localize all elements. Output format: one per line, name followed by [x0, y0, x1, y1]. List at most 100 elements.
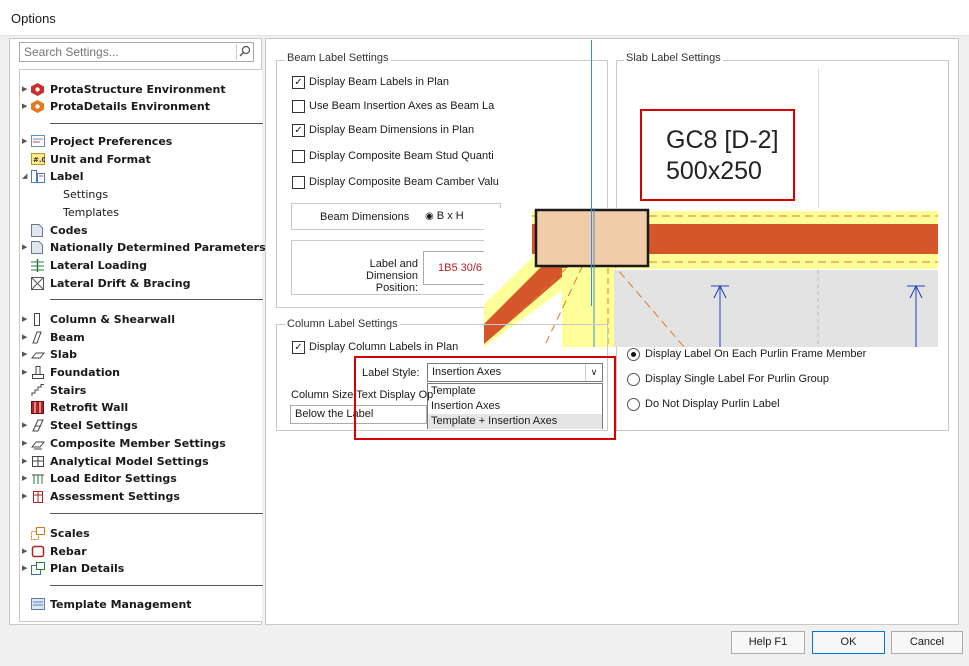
beam-label-group-title: Beam Label Settings	[285, 52, 391, 64]
tree-item-lateral-drift[interactable]: Lateral Drift & Bracing	[20, 275, 260, 292]
tree-separator	[50, 123, 263, 124]
tree-item-protadetails[interactable]: ▶ ProtaDetails Environment	[20, 98, 260, 115]
unit-format-icon: #.0	[31, 153, 47, 166]
tree-item-slab[interactable]: ▶ Slab	[20, 346, 260, 363]
tree-separator	[50, 585, 263, 586]
expand-arrow-icon[interactable]: ▶	[22, 543, 30, 560]
label-dimension-position-label: Label and Dimension Position:	[366, 258, 418, 294]
beam-dimensions-box: Beam Dimensions ◉ B x H	[291, 203, 501, 230]
expand-arrow-icon[interactable]: ▶	[22, 453, 30, 470]
expand-arrow-icon[interactable]: ▶	[22, 435, 30, 452]
load-editor-icon	[31, 472, 45, 485]
template-management-icon	[31, 598, 45, 611]
ok-button[interactable]: OK	[812, 631, 885, 654]
analytical-model-icon	[31, 455, 45, 468]
steel-icon	[31, 419, 45, 432]
tree-separator	[50, 299, 263, 300]
protadetails-icon	[31, 100, 45, 113]
column-label-group-title: Column Label Settings	[285, 318, 400, 330]
checkbox-checked-icon[interactable]: ✓	[292, 341, 305, 354]
protastructure-icon	[31, 83, 45, 96]
assessment-icon	[31, 490, 45, 503]
collapse-arrow-icon[interactable]: ◢	[22, 168, 30, 185]
tree-item-composite-member[interactable]: ▶ Composite Member Settings	[20, 435, 260, 452]
tree-item-plan-details[interactable]: ▶ Plan Details	[20, 560, 260, 577]
tree-item-analytical-model[interactable]: ▶ Analytical Model Settings	[20, 453, 260, 470]
expand-arrow-icon[interactable]: ▶	[22, 98, 30, 115]
tree-item-stairs[interactable]: Stairs	[20, 382, 260, 399]
beam-dims-bxh-radio[interactable]: ◉ B x H	[425, 210, 464, 222]
title-bar: Options	[0, 0, 969, 36]
preferences-icon	[31, 135, 45, 148]
tree-item-column-shearwall[interactable]: ▶ Column & Shearwall	[20, 311, 260, 328]
tree-item-foundation[interactable]: ▶ Foundation	[20, 364, 260, 381]
checkbox-checked-icon[interactable]: ✓	[292, 76, 305, 89]
tree-item-steel-settings[interactable]: ▶ Steel Settings	[20, 417, 260, 434]
settings-tree: ▶ ProtaStructure Environment ▶ ProtaDeta…	[19, 69, 278, 622]
highlight-label-preview	[640, 109, 795, 201]
column-icon	[31, 313, 45, 326]
tree-item-label-settings[interactable]: Settings	[20, 186, 260, 203]
tree-item-load-editor[interactable]: ▶ Load Editor Settings	[20, 470, 260, 487]
tree-item-lateral-loading[interactable]: Lateral Loading	[20, 257, 260, 274]
highlight-label-style	[354, 356, 616, 440]
help-button[interactable]: Help F1	[731, 631, 805, 654]
expand-arrow-icon[interactable]: ▶	[22, 311, 30, 328]
window-title: Options	[11, 11, 56, 26]
tree-item-codes[interactable]: Codes	[20, 222, 260, 239]
tree-item-template-management[interactable]: Template Management	[20, 596, 260, 613]
checkbox-unchecked-icon[interactable]	[292, 150, 305, 163]
bracing-icon	[31, 277, 45, 290]
checkbox-unchecked-icon[interactable]	[292, 100, 305, 113]
expand-arrow-icon[interactable]: ▶	[22, 81, 30, 98]
expand-arrow-icon[interactable]: ▶	[22, 329, 30, 346]
tree-item-assessment[interactable]: ▶ Assessment Settings	[20, 488, 260, 505]
beam-dimensions-label: Beam Dimensions	[320, 211, 410, 223]
search-input[interactable]	[20, 43, 230, 61]
beam-icon	[31, 331, 45, 344]
checkbox-checked-icon[interactable]: ✓	[292, 124, 305, 137]
document-icon	[31, 224, 45, 237]
insertion-axis-line	[591, 40, 592, 306]
tree-item-ndp[interactable]: ▶ Nationally Determined Parameters...	[20, 239, 278, 256]
plan-details-icon	[31, 562, 45, 575]
slab-label-group-title: Slab Label Settings	[624, 52, 723, 64]
settings-nav-panel: ▶ ProtaStructure Environment ▶ ProtaDeta…	[9, 38, 278, 625]
lateral-loading-icon	[31, 259, 45, 272]
search-icon[interactable]	[236, 44, 252, 60]
expand-arrow-icon[interactable]: ▶	[22, 239, 30, 256]
grid-guide-line	[818, 68, 819, 208]
tree-item-beam[interactable]: ▶ Beam	[20, 329, 260, 346]
radio-unselected-icon[interactable]	[627, 398, 640, 411]
retrofit-wall-icon	[31, 401, 45, 414]
scales-icon	[31, 527, 45, 540]
expand-arrow-icon[interactable]: ▶	[22, 488, 30, 505]
composite-icon	[30, 437, 46, 450]
tree-item-scales[interactable]: Scales	[20, 525, 260, 542]
expand-arrow-icon[interactable]: ▶	[22, 417, 30, 434]
radio-unselected-icon[interactable]	[627, 373, 640, 386]
radio-selected-icon[interactable]	[627, 348, 640, 361]
tree-separator	[50, 513, 263, 514]
tree-item-protastructure[interactable]: ▶ ProtaStructure Environment	[20, 81, 260, 98]
foundation-icon	[31, 366, 45, 379]
cancel-button[interactable]: Cancel	[891, 631, 963, 654]
rebar-icon	[31, 545, 45, 558]
tree-item-label-templates[interactable]: Templates	[20, 204, 260, 221]
document-icon	[31, 241, 45, 254]
expand-arrow-icon[interactable]: ▶	[22, 346, 30, 363]
tree-item-unit-format[interactable]: #.0 Unit and Format	[20, 151, 260, 168]
expand-arrow-icon[interactable]: ▶	[22, 470, 30, 487]
label-preview-text: 1B5 30/6	[438, 262, 483, 274]
tree-item-retrofit-wall[interactable]: Retrofit Wall	[20, 399, 260, 416]
checkbox-unchecked-icon[interactable]	[292, 176, 305, 189]
tree-item-project-preferences[interactable]: ▶ Project Preferences	[20, 133, 260, 150]
label-icon	[31, 170, 45, 183]
expand-arrow-icon[interactable]: ▶	[22, 560, 30, 577]
tree-item-rebar[interactable]: ▶ Rebar	[20, 543, 260, 560]
tree-item-label[interactable]: ◢ Label	[20, 168, 260, 185]
expand-arrow-icon[interactable]: ▶	[22, 133, 30, 150]
search-box[interactable]	[19, 42, 254, 62]
svg-text:#.0: #.0	[33, 156, 45, 164]
expand-arrow-icon[interactable]: ▶	[22, 364, 30, 381]
